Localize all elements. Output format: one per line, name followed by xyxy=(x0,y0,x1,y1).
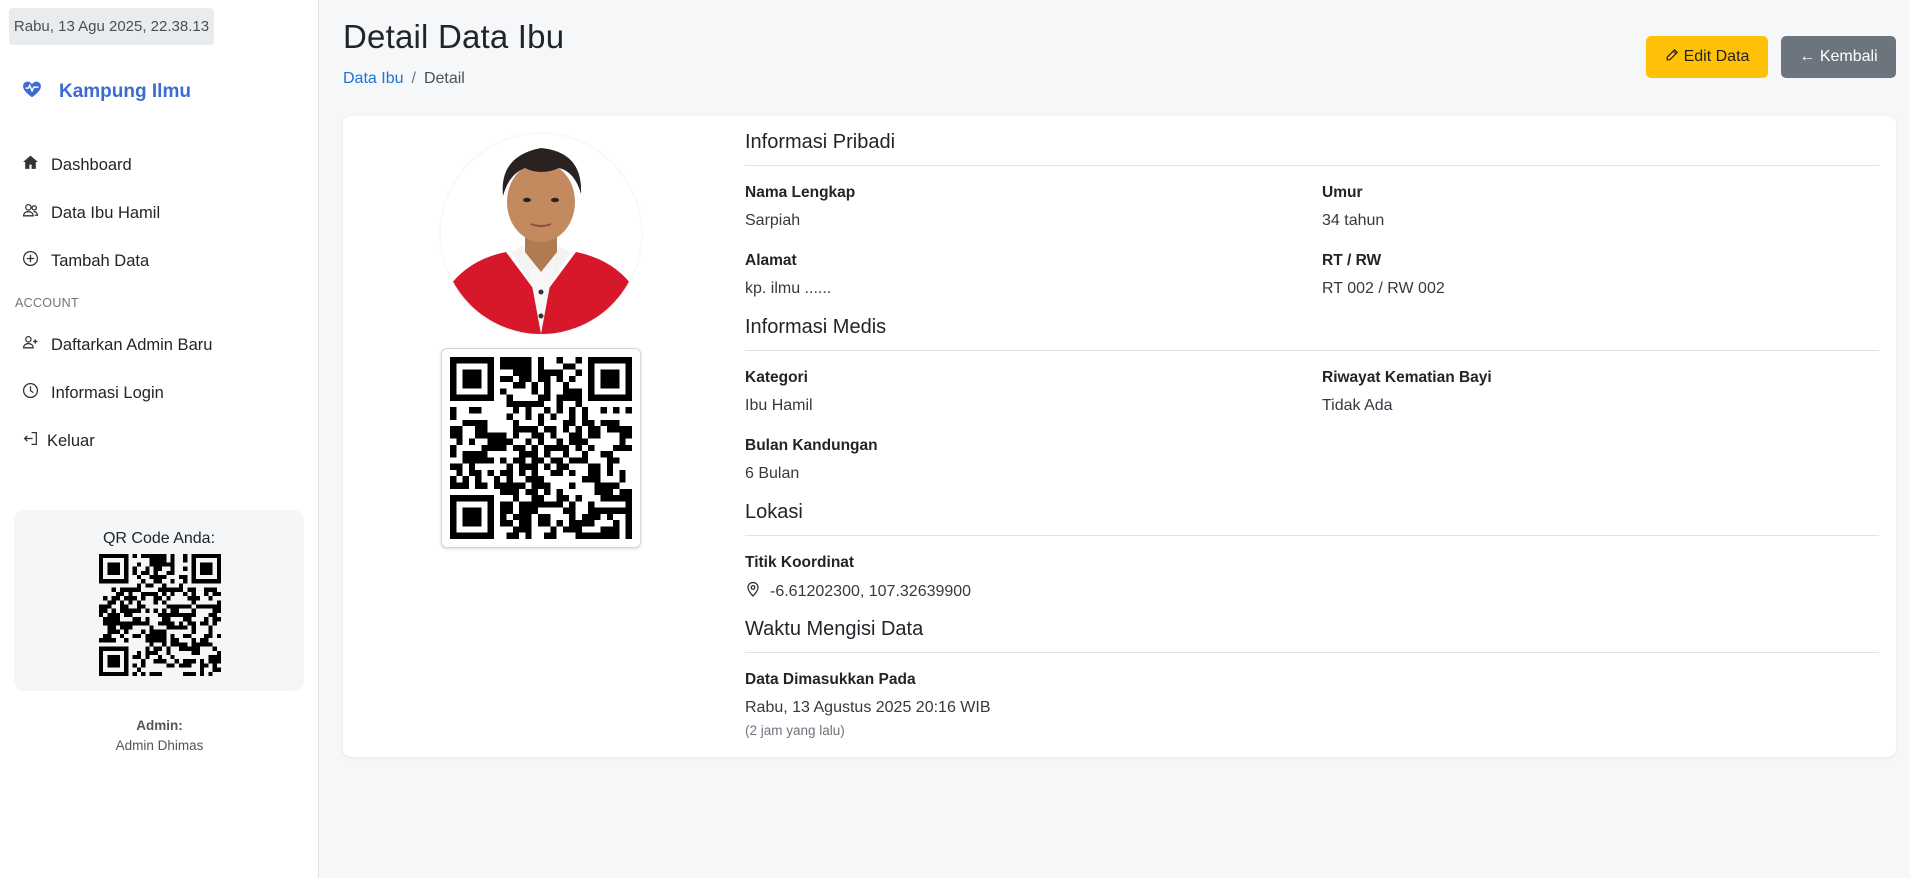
brand-link[interactable]: Kampung Ilmu xyxy=(21,78,191,105)
user-qr-code xyxy=(99,554,221,676)
field-label-nama: Nama Lengkap xyxy=(745,184,856,201)
admin-label: Admin: xyxy=(136,718,183,733)
field-label-umur: Umur xyxy=(1322,184,1363,201)
sidebar-item-label: Dashboard xyxy=(51,155,132,174)
section-divider xyxy=(745,165,1879,166)
sidebar-item-daftarkan-admin[interactable]: Daftarkan Admin Baru xyxy=(0,321,319,369)
field-value-rtrw: RT 002 / RW 002 xyxy=(1322,280,1445,297)
datetime-display: Rabu, 13 Agu 2025, 22.38.13 xyxy=(9,8,214,45)
admin-name: Admin Dhimas xyxy=(115,738,204,753)
profile-photo xyxy=(441,134,641,334)
edit-data-label: Edit Data xyxy=(1683,48,1750,65)
record-qr-code xyxy=(441,348,641,548)
section-divider xyxy=(745,350,1879,351)
field-value-umur: 34 tahun xyxy=(1322,212,1385,229)
field-value-bulan: 6 Bulan xyxy=(745,465,800,482)
field-value-kategori: Ibu Hamil xyxy=(745,397,813,414)
sidebar-item-informasi-login[interactable]: Informasi Login xyxy=(0,369,319,417)
section-title-personal: Informasi Pribadi xyxy=(745,131,896,153)
user-plus-icon xyxy=(22,334,39,356)
sidebar-item-data-ibu-hamil[interactable]: Data Ibu Hamil xyxy=(0,189,319,237)
section-title-timestamp: Waktu Mengisi Data xyxy=(745,618,924,640)
sidebar-item-tambah-data[interactable]: Tambah Data xyxy=(0,237,319,285)
plus-circle-icon xyxy=(22,250,39,272)
users-icon xyxy=(22,202,39,224)
page-title: Detail Data Ibu xyxy=(343,18,565,55)
sidebar-item-label: Tambah Data xyxy=(51,251,150,270)
breadcrumb-link-data-ibu[interactable]: Data Ibu xyxy=(343,70,403,88)
sidebar-item-label: Daftarkan Admin Baru xyxy=(51,335,213,354)
coordinate-row: -6.61202300, 107.32639900 xyxy=(745,581,971,602)
qr-card-title: QR Code Anda: xyxy=(102,530,216,547)
map-pin-icon xyxy=(745,581,761,602)
sidebar-item-label: Data Ibu Hamil xyxy=(51,203,161,222)
heart-pulse-icon xyxy=(21,78,43,105)
field-label-kategori: Kategori xyxy=(745,369,808,386)
section-title-medical: Informasi Medis xyxy=(745,316,887,338)
clock-icon xyxy=(22,382,39,404)
section-divider xyxy=(745,652,1879,653)
sidebar-item-dashboard[interactable]: Dashboard xyxy=(0,141,319,189)
home-icon xyxy=(22,154,39,176)
sidebar-item-keluar[interactable]: Keluar xyxy=(0,417,319,465)
field-label-bulan: Bulan Kandungan xyxy=(745,437,878,454)
field-label-timestamp: Data Dimasukkan Pada xyxy=(745,671,916,688)
breadcrumb-separator: / xyxy=(411,70,416,87)
sidebar-item-label: Keluar xyxy=(47,431,95,450)
section-divider xyxy=(745,535,1879,536)
sidebar-item-label: Informasi Login xyxy=(51,383,164,402)
field-value-koordinat: -6.61202300, 107.32639900 xyxy=(770,582,972,600)
detail-card: Informasi Pribadi Nama Lengkap Sarpiah U… xyxy=(343,116,1896,757)
field-label-rtrw: RT / RW xyxy=(1322,252,1382,269)
breadcrumb: Data Ibu / Detail xyxy=(343,70,465,88)
field-value-nama: Sarpiah xyxy=(745,212,801,229)
edit-data-button[interactable]: Edit Data xyxy=(1646,36,1768,78)
field-label-koordinat: Titik Koordinat xyxy=(745,554,855,571)
breadcrumb-current: Detail xyxy=(423,70,465,87)
logout-icon xyxy=(22,430,39,452)
field-value-riwayat: Tidak Ada xyxy=(1322,397,1393,414)
back-label: ← Kembali xyxy=(1799,48,1878,65)
sidebar: Rabu, 13 Agu 2025, 22.38.13 Kampung Ilmu… xyxy=(0,0,319,878)
admin-info: Admin: Admin Dhimas xyxy=(0,716,319,756)
section-title-location: Lokasi xyxy=(745,501,803,523)
brand-name: Kampung Ilmu xyxy=(59,80,191,102)
sidebar-nav: Dashboard Data Ibu Hamil Tambah Data ACC… xyxy=(0,141,319,465)
pencil-icon xyxy=(1665,48,1679,67)
field-label-alamat: Alamat xyxy=(745,252,797,269)
field-value-timestamp: Rabu, 13 Agustus 2025 20:16 WIB xyxy=(745,699,991,716)
sidebar-section-account: ACCOUNT xyxy=(15,296,79,310)
back-button[interactable]: ← Kembali xyxy=(1781,36,1896,78)
field-label-riwayat: Riwayat Kematian Bayi xyxy=(1322,369,1492,386)
user-qr-card: QR Code Anda: xyxy=(14,510,304,691)
field-value-alamat: kp. ilmu ...... xyxy=(745,280,832,297)
field-relative-time: (2 jam yang lalu) xyxy=(745,723,845,738)
